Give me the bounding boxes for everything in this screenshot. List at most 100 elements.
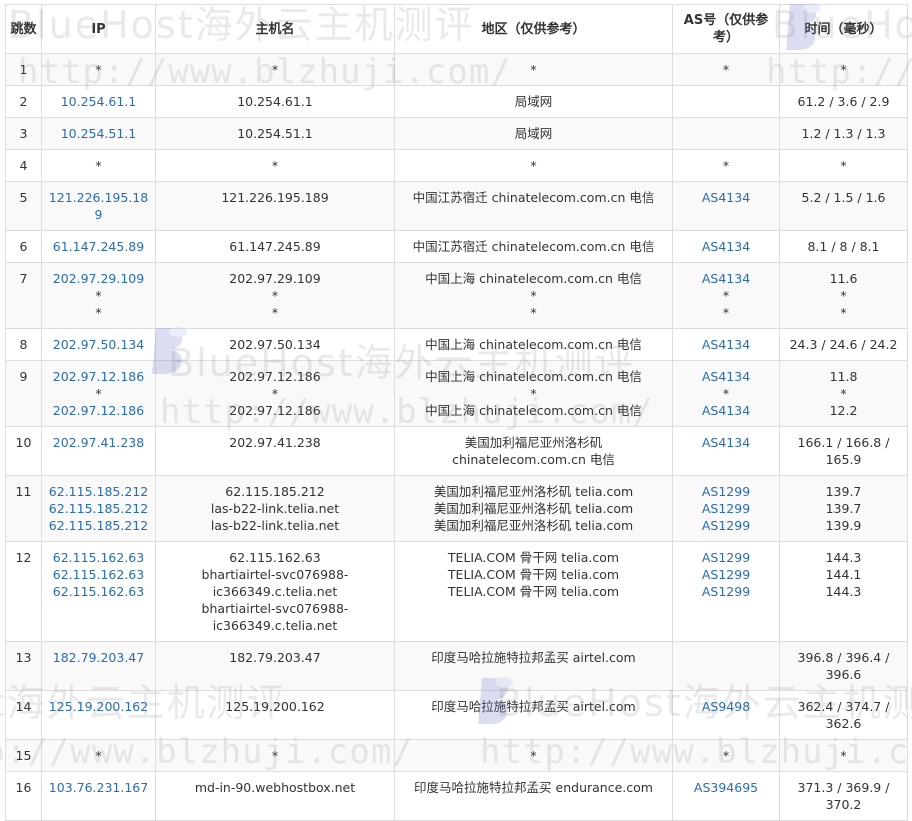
cell-ip: 202.97.29.109 * * — [41, 262, 156, 329]
cell-region-line: 中国上海 chinatelecom.com.cn 电信 — [425, 369, 642, 384]
cell-hostname-line: md-in-90.webhostbox.net — [194, 780, 356, 795]
ip-link[interactable]: 62.115.162.63 — [45, 566, 152, 583]
cell-ip: 10.254.61.1 — [41, 85, 156, 118]
cell-latency-line: 396.6 — [825, 667, 862, 682]
cell-region-line: 美国加利福尼亚州洛杉矶 telia.com — [433, 518, 634, 533]
cell-region: 印度马哈拉施特拉邦孟买 airtel.com — [394, 690, 673, 740]
cell-latency-line: 139.7 — [825, 501, 862, 516]
cell-hop: 4 — [5, 149, 42, 182]
ip-link[interactable]: 62.115.162.63 — [45, 549, 152, 566]
cell-as-number: * — [672, 739, 780, 772]
cell-as-number — [672, 85, 780, 118]
as-number-link[interactable]: AS1299 — [676, 549, 776, 566]
as-number-link[interactable]: AS9498 — [676, 698, 776, 715]
ip-link[interactable]: 62.115.185.212 — [45, 517, 152, 534]
cell-hostname-line: * — [271, 386, 279, 401]
as-number-link[interactable]: AS4134 — [676, 434, 776, 451]
cell-hostname-line: 10.254.51.1 — [237, 126, 313, 141]
cell-latency: 362.4 / 374.7 / 362.6 — [779, 690, 908, 740]
as-number-link[interactable]: AS1299 — [676, 500, 776, 517]
as-number-link[interactable]: AS4134 — [676, 336, 776, 353]
ip-link[interactable]: 202.97.12.186 — [45, 402, 152, 419]
as-number-link[interactable]: AS4134 — [676, 238, 776, 255]
cell-as-number: AS4134 * * — [672, 262, 780, 329]
cell-hop: 9 — [5, 360, 42, 427]
cell-as-number: AS4134 — [672, 181, 780, 231]
as-number-link[interactable]: AS1299 — [676, 583, 776, 600]
cell-latency: * — [779, 53, 908, 86]
cell-region-line: 局域网 — [514, 126, 553, 141]
ip-link[interactable]: 103.76.231.167 — [45, 779, 152, 796]
ip-link[interactable]: 202.97.29.109 — [45, 270, 152, 287]
ip-link[interactable]: 182.79.203.47 — [45, 649, 152, 666]
cell-latency: 8.1 / 8 / 8.1 — [779, 230, 908, 263]
cell-as-number: AS4134 — [672, 230, 780, 263]
cell-hostname-line: 202.97.12.186 — [229, 369, 321, 384]
ip-link[interactable]: 61.147.245.89 — [45, 238, 152, 255]
ip-link[interactable]: 121.226.195.189 — [45, 189, 152, 223]
cell-as-number: AS394695 — [672, 771, 780, 821]
ip-link[interactable]: 10.254.61.1 — [45, 93, 152, 110]
cell-as-number: AS4134 — [672, 328, 780, 361]
cell-hop: 3 — [5, 117, 42, 150]
cell-region: 中国上海 chinatelecom.com.cn 电信 * * — [394, 262, 673, 329]
cell-region: 美国加利福尼亚州洛杉矶 chinatelecom.com.cn 电信 — [394, 426, 673, 476]
table-row: 13 182.79.203.47 182.79.203.47 印度马哈拉施特拉邦孟买 … — [5, 641, 908, 691]
cell-hostname-line: ic366349.c.telia.net — [212, 584, 338, 599]
as-number-link[interactable]: AS4134 — [676, 368, 776, 385]
table-header-row: 跳数 IP 主机名 地区（仅供参考） AS号（仅供参考） 时间（毫秒） — [5, 4, 908, 54]
cell-as-number-line: * — [722, 288, 730, 303]
ip-link[interactable]: 10.254.51.1 — [45, 125, 152, 142]
as-number-link[interactable]: AS1299 — [676, 517, 776, 534]
cell-latency-line: 362.4 / 374.7 / — [797, 699, 890, 714]
as-number-link[interactable]: AS4134 — [676, 402, 776, 419]
cell-hop: 10 — [5, 426, 42, 476]
cell-region: * — [394, 149, 673, 182]
ip-link[interactable]: 125.19.200.162 — [45, 698, 152, 715]
cell-latency-line: 8.1 / 8 / 8.1 — [807, 239, 880, 254]
cell-hostname-line: 202.97.29.109 — [229, 271, 321, 286]
as-number-link[interactable]: AS4134 — [676, 189, 776, 206]
ip-link[interactable]: 202.97.41.238 — [45, 434, 152, 451]
cell-as-number-line: * — [722, 386, 730, 401]
ip-link[interactable]: 62.115.162.63 — [45, 583, 152, 600]
cell-hop: 2 — [5, 85, 42, 118]
cell-latency: 11.8 * 12.2 — [779, 360, 908, 427]
cell-hostname: * — [155, 739, 395, 772]
cell-as-number: AS1299 AS1299 AS1299 — [672, 475, 780, 542]
ip-link[interactable]: 62.115.185.212 — [45, 483, 152, 500]
cell-ip: 125.19.200.162 — [41, 690, 156, 740]
as-number-link[interactable]: AS1299 — [676, 566, 776, 583]
cell-region-line: 美国加利福尼亚州洛杉矶 telia.com — [433, 501, 634, 516]
cell-region-line: * — [530, 288, 537, 303]
as-number-link[interactable]: AS4134 — [676, 270, 776, 287]
cell-region-line: chinatelecom.com.cn 电信 — [452, 452, 615, 467]
cell-as-number: AS4134 * AS4134 — [672, 360, 780, 427]
as-number-link[interactable]: AS1299 — [676, 483, 776, 500]
cell-latency-line: 396.8 / 396.4 / — [797, 650, 890, 665]
as-number-link[interactable]: AS394695 — [676, 779, 776, 796]
cell-latency-line: 24.3 / 24.6 / 24.2 — [789, 337, 898, 352]
ip-link[interactable]: 202.97.12.186 — [45, 368, 152, 385]
ip-link[interactable]: 202.97.50.134 — [45, 336, 152, 353]
cell-hostname-line: 125.19.200.162 — [225, 699, 325, 714]
cell-hostname: 61.147.245.89 — [155, 230, 395, 263]
cell-ip: 103.76.231.167 — [41, 771, 156, 821]
cell-ip: 202.97.50.134 — [41, 328, 156, 361]
cell-region-line: 印度马哈拉施特拉邦孟买 endurance.com — [414, 780, 653, 795]
cell-latency: 1.2 / 1.3 / 1.3 — [779, 117, 908, 150]
cell-as-number-line — [676, 649, 776, 666]
cell-latency: * — [779, 149, 908, 182]
cell-hop: 13 — [5, 641, 42, 691]
cell-latency-line: 139.7 — [825, 484, 862, 499]
cell-hostname: 202.97.41.238 — [155, 426, 395, 476]
cell-latency: 11.6 * * — [779, 262, 908, 329]
ip-link[interactable]: 62.115.185.212 — [45, 500, 152, 517]
cell-ip: 62.115.185.212 62.115.185.212 62.115.185.2… — [41, 475, 156, 542]
cell-hop: 12 — [5, 541, 42, 642]
cell-hostname-line: 62.115.162.63 — [229, 550, 321, 565]
cell-latency-line: 11.6 — [829, 271, 858, 286]
cell-ip-line: * — [95, 158, 102, 173]
cell-hostname: 202.97.50.134 — [155, 328, 395, 361]
cell-region-line: 中国上海 chinatelecom.com.cn 电信 — [425, 337, 642, 352]
